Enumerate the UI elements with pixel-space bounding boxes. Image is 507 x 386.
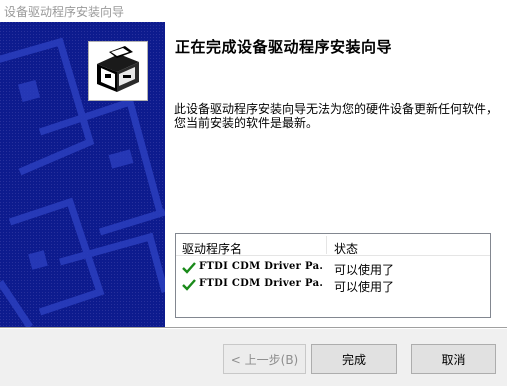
finish-button[interactable]: 完成 <box>311 344 397 374</box>
check-icon <box>182 279 196 291</box>
completion-message: 此设备驱动程序安装向导无法为您的硬件设备更新任何软件，您当前安装的软件是最新。 <box>174 102 499 130</box>
column-header-status[interactable]: 状态 <box>334 240 358 257</box>
list-item[interactable]: FTDI CDM Driver Pa... 可以使用了 <box>176 277 490 294</box>
check-icon <box>182 262 196 274</box>
cancel-button[interactable]: 取消 <box>411 344 496 374</box>
list-header: 驱动程序名 状态 <box>176 234 490 256</box>
window-title: 设备驱动程序安装向导 <box>0 0 507 22</box>
list-item[interactable]: FTDI CDM Driver Pa... 可以使用了 <box>176 260 490 277</box>
column-header-driver-name[interactable]: 驱动程序名 <box>182 240 242 257</box>
column-separator[interactable] <box>326 236 327 254</box>
driver-status: 可以使用了 <box>334 280 395 294</box>
driver-status: 可以使用了 <box>334 263 395 277</box>
driver-list[interactable]: 驱动程序名 状态 FTDI CDM Driver Pa... 可以使用了 FTD… <box>175 233 491 318</box>
back-button[interactable]: < 上一步(B) <box>223 344 306 374</box>
installer-box-icon <box>88 41 148 101</box>
driver-name: FTDI CDM Driver Pa... <box>199 261 324 272</box>
page-title: 正在完成设备驱动程序安装向导 <box>175 38 393 56</box>
footer-divider-highlight <box>0 328 507 329</box>
driver-name: FTDI CDM Driver Pa... <box>199 278 324 289</box>
wizard-content: 正在完成设备驱动程序安装向导 此设备驱动程序安装向导无法为您的硬件设备更新任何软… <box>165 22 507 327</box>
